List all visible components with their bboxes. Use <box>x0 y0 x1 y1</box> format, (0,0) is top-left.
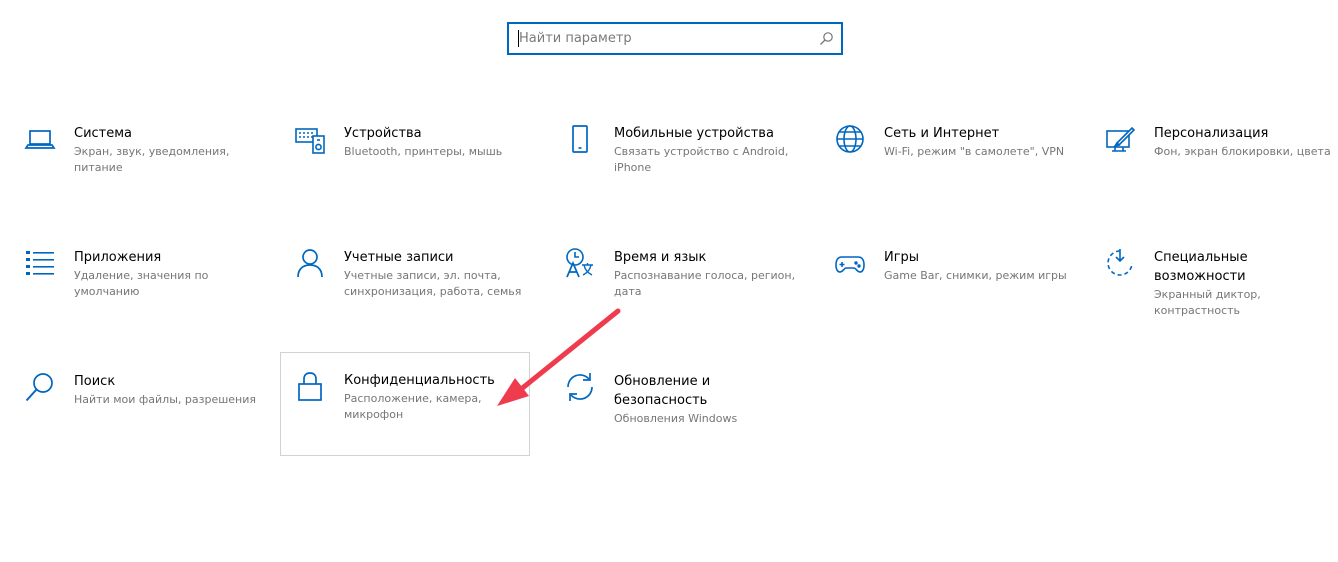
tile-title: Система <box>74 126 133 141</box>
tile-desc: Расположение, камера, микрофон <box>344 392 482 421</box>
tile-desc: Фон, экран блокировки, цвета <box>1154 145 1331 158</box>
tile-title: Специальные возможности <box>1154 250 1248 284</box>
apps-list-icon <box>23 246 57 280</box>
tile-desc: Связать устройство с Android, iPhone <box>614 145 789 174</box>
tile-privacy[interactable]: Конфиденциальность Расположение, камера,… <box>280 352 530 456</box>
sync-icon <box>563 370 597 404</box>
tile-title: Учетные записи <box>344 250 454 265</box>
gamepad-icon <box>833 246 867 280</box>
personalization-icon <box>1103 122 1137 156</box>
phone-icon <box>563 122 597 156</box>
tile-desc: Wi-Fi, режим "в самолете", VPN <box>884 145 1065 158</box>
tile-title: Персонализация <box>1154 126 1269 141</box>
tile-accounts[interactable]: Учетные записи Учетные записи, эл. почта… <box>280 236 530 340</box>
tile-system[interactable]: Система Экран, звук, уведомления, питани… <box>10 112 260 216</box>
tile-network[interactable]: Сеть и Интернет Wi-Fi, режим "в самолете… <box>820 112 1070 216</box>
search-icon <box>23 370 57 404</box>
tile-title: Поиск <box>74 374 116 389</box>
search-input[interactable] <box>509 24 841 53</box>
tile-update-security[interactable]: Обновление и безопасность Обновления Win… <box>550 360 800 464</box>
tile-title: Игры <box>884 250 920 265</box>
tile-desc: Учетные записи, эл. почта, синхронизация… <box>344 269 522 298</box>
tile-title: Приложения <box>74 250 162 265</box>
tile-mobile[interactable]: Мобильные устройства Связать устройство … <box>550 112 800 216</box>
person-icon <box>293 246 327 280</box>
tile-gaming[interactable]: Игры Game Bar, снимки, режим игры <box>820 236 1070 340</box>
tile-desc: Обновления Windows <box>614 412 738 425</box>
time-language-icon <box>563 246 597 280</box>
tile-desc: Game Bar, снимки, режим игры <box>884 269 1067 282</box>
search-icon <box>818 31 834 47</box>
tile-title: Конфиденциальность <box>344 373 495 388</box>
tile-personalization[interactable]: Персонализация Фон, экран блокировки, цв… <box>1090 112 1338 216</box>
tile-search[interactable]: Поиск Найти мои файлы, разрешения <box>10 360 260 464</box>
tile-apps[interactable]: Приложения Удаление, значения по умолчан… <box>10 236 260 340</box>
lock-icon <box>293 369 327 403</box>
tile-desc: Bluetooth, принтеры, мышь <box>344 145 503 158</box>
globe-icon <box>833 122 867 156</box>
tile-time-language[interactable]: Время и язык Распознавание голоса, регио… <box>550 236 800 340</box>
tile-title: Время и язык <box>614 250 707 265</box>
devices-icon <box>293 122 327 156</box>
tile-title: Устройства <box>344 126 422 141</box>
tile-desc: Найти мои файлы, разрешения <box>74 393 257 406</box>
tile-accessibility[interactable]: Специальные возможности Экранный диктор,… <box>1090 236 1338 340</box>
tile-desc: Удаление, значения по умолчанию <box>74 269 209 298</box>
tile-devices[interactable]: Устройства Bluetooth, принтеры, мышь <box>280 112 530 216</box>
tile-desc: Экранный диктор, контрастность <box>1154 288 1261 317</box>
tile-desc: Распознавание голоса, регион, дата <box>614 269 796 298</box>
tile-desc: Экран, звук, уведомления, питание <box>74 145 230 174</box>
accessibility-icon <box>1103 246 1137 280</box>
tile-title: Сеть и Интернет <box>884 126 1000 141</box>
laptop-icon <box>23 122 57 156</box>
tile-title: Обновление и безопасность <box>614 374 711 408</box>
search-box[interactable] <box>507 22 843 55</box>
text-caret <box>518 30 519 47</box>
tile-title: Мобильные устройства <box>614 126 774 141</box>
